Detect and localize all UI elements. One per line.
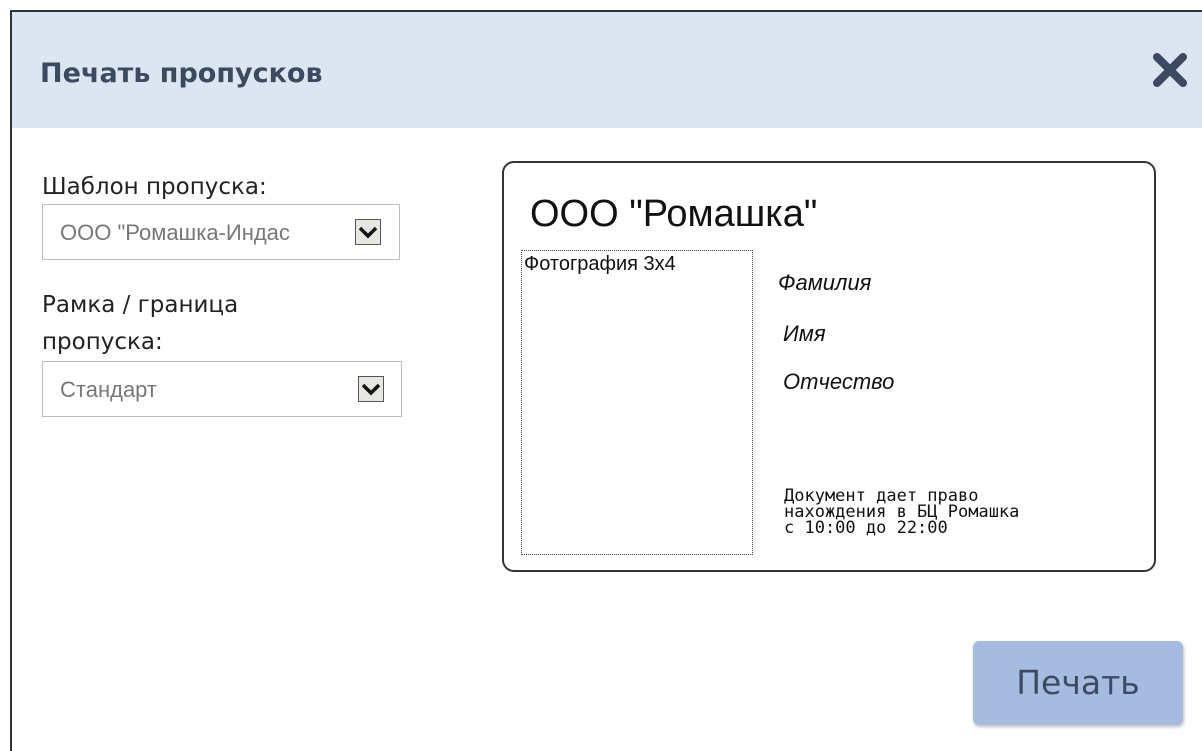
pass-note-line: с 10:00 до 22:00 xyxy=(784,518,948,538)
dialog-title: Печать пропусков xyxy=(40,58,323,89)
print-passes-dialog: Печать пропусков Шаблон пропуска: ООО "Р… xyxy=(10,10,1202,751)
frame-label-line2: пропуска: xyxy=(42,329,163,355)
name-field: Имя xyxy=(783,321,826,346)
template-label: Шаблон пропуска: xyxy=(42,174,267,200)
photo-placeholder: Фотография 3x4 xyxy=(521,250,753,555)
surname-field: Фамилия xyxy=(778,270,872,295)
frame-select-value: Стандарт xyxy=(60,377,158,402)
frame-label-line1: Рамка / граница xyxy=(42,292,239,318)
frame-select[interactable]: Стандарт xyxy=(42,361,402,417)
pass-preview-card: ООО "Ромашка" Фотография 3x4 Фамилия Имя… xyxy=(502,161,1156,572)
print-button-label: Печать xyxy=(1016,663,1140,702)
template-select[interactable]: ООО "Ромашка-Индас xyxy=(42,204,400,260)
company-name: ООО "Ромашка" xyxy=(530,193,818,235)
print-button[interactable]: Печать xyxy=(973,641,1183,725)
chevron-down-icon[interactable] xyxy=(355,219,381,245)
template-select-value: ООО "Ромашка-Индас xyxy=(60,220,290,245)
photo-label: Фотография 3x4 xyxy=(524,253,676,275)
dialog-titlebar: Печать пропусков xyxy=(12,12,1202,128)
patronymic-field: Отчество xyxy=(783,369,895,394)
chevron-down-icon[interactable] xyxy=(358,376,384,402)
close-icon[interactable] xyxy=(1150,50,1190,90)
pass-note: Документ дает право нахождения в БЦ Рома… xyxy=(784,488,1144,538)
